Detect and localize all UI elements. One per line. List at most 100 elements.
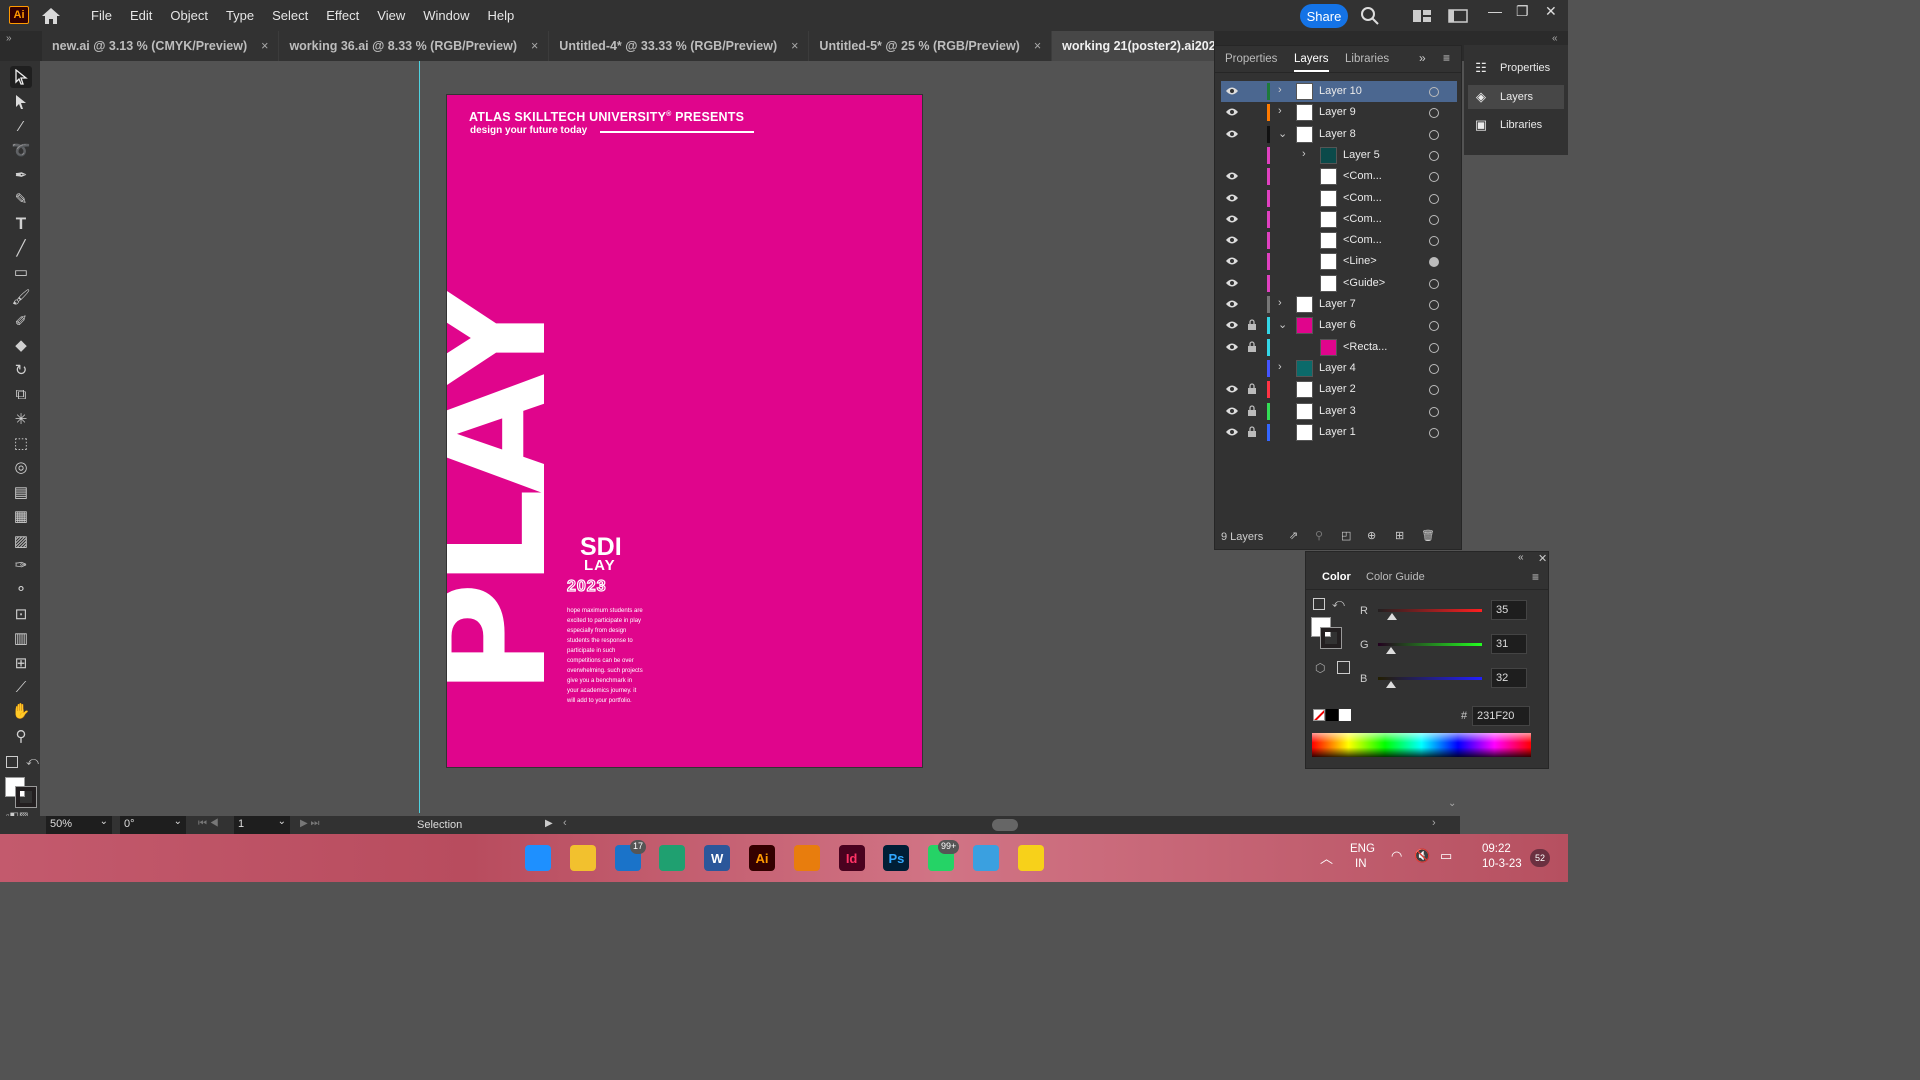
visibility-eye-icon[interactable] bbox=[1225, 384, 1239, 394]
document-tab[interactable]: new.ai @ 3.13 % (CMYK/Preview) × bbox=[42, 31, 280, 61]
layer-target-icon[interactable] bbox=[1429, 363, 1439, 374]
workspace-icon[interactable] bbox=[1448, 7, 1468, 25]
red-slider-thumb[interactable] bbox=[1387, 613, 1398, 620]
visibility-toggle[interactable] bbox=[1225, 150, 1239, 160]
menu-type[interactable]: Type bbox=[217, 8, 263, 23]
slice-tool-icon[interactable]: ⟋ bbox=[10, 676, 32, 698]
layer-name[interactable]: Layer 5 bbox=[1343, 149, 1380, 161]
visibility-eye-icon[interactable] bbox=[1225, 193, 1239, 203]
visibility-eye-icon[interactable] bbox=[1225, 278, 1239, 288]
scroll-right-icon[interactable]: › bbox=[1432, 817, 1436, 829]
none-swatch[interactable] bbox=[1313, 709, 1325, 721]
scroll-down-icon[interactable]: ⌄ bbox=[1448, 798, 1456, 809]
edge-icon[interactable] bbox=[659, 845, 686, 871]
zoom-field[interactable]: 50% ⌄ bbox=[46, 816, 112, 834]
symbol-sprayer-tool-icon[interactable]: ⊡ bbox=[10, 603, 32, 625]
layer-target-icon[interactable] bbox=[1429, 236, 1439, 247]
chevron-down-icon[interactable]: ⌄ bbox=[278, 816, 286, 827]
lock-icon[interactable] bbox=[1247, 340, 1257, 353]
shape-builder-tool-icon[interactable]: ◎ bbox=[10, 456, 32, 478]
default-colors-icon[interactable] bbox=[6, 756, 18, 768]
expand-panels-icon[interactable]: » bbox=[1419, 51, 1426, 65]
stroke-swatch[interactable] bbox=[15, 786, 37, 808]
layer-row[interactable]: <Guide> bbox=[1221, 273, 1457, 294]
layer-name[interactable]: <Com... bbox=[1343, 192, 1382, 204]
collapse-panels-icon[interactable]: « bbox=[1552, 33, 1558, 44]
lock-icon[interactable] bbox=[1247, 319, 1257, 331]
eraser-tool-icon[interactable]: ◆ bbox=[10, 334, 32, 356]
layer-target-icon[interactable] bbox=[1429, 406, 1439, 417]
graph-tool-icon[interactable]: ▥ bbox=[10, 627, 32, 649]
line-tool-icon[interactable]: ╱ bbox=[10, 237, 32, 259]
dock-layers[interactable]: ◈ Layers bbox=[1468, 85, 1564, 109]
minimize-icon[interactable]: — bbox=[1488, 3, 1502, 19]
tab-color-guide[interactable]: Color Guide bbox=[1366, 571, 1425, 583]
panel-menu-icon[interactable]: ≡ bbox=[1443, 51, 1450, 65]
menu-edit[interactable]: Edit bbox=[121, 8, 161, 23]
illustrator-logo[interactable]: Ai bbox=[9, 6, 29, 24]
out-of-gamut-icon[interactable]: ⬡ bbox=[1315, 661, 1325, 675]
hex-value-input[interactable]: 231F20 bbox=[1472, 706, 1530, 726]
color-stroke-swatch[interactable] bbox=[1320, 627, 1342, 649]
rotation-field[interactable]: 0° ⌄ bbox=[120, 816, 186, 834]
layer-target-icon[interactable] bbox=[1429, 129, 1439, 140]
pen-tool-icon[interactable]: ✒ bbox=[10, 164, 32, 186]
first-artboard-icon[interactable]: ⏮ ◀ bbox=[198, 818, 219, 829]
layer-name[interactable]: Layer 7 bbox=[1319, 298, 1356, 310]
illustrator-icon[interactable]: Ai bbox=[749, 845, 775, 871]
artboard-number-field[interactable]: 1 ⌄ bbox=[234, 816, 290, 834]
new-sublayer-icon[interactable]: ⊕ bbox=[1367, 529, 1376, 542]
chevron-right-icon[interactable]: › bbox=[1278, 84, 1292, 98]
document-tab[interactable]: working 36.ai @ 8.33 % (RGB/Preview) × bbox=[279, 31, 550, 61]
document-tab[interactable]: Untitled-4* @ 33.33 % (RGB/Preview) × bbox=[549, 31, 810, 61]
home-icon[interactable] bbox=[40, 6, 62, 26]
layer-name[interactable]: Layer 3 bbox=[1319, 405, 1356, 417]
red-slider[interactable]: R 35 bbox=[1356, 600, 1546, 621]
visibility-eye-icon[interactable] bbox=[1225, 342, 1239, 352]
document-tab[interactable]: working 21(poster2).ai2022.ai* @ 50 % (C… bbox=[1052, 31, 1214, 61]
layer-name[interactable]: Layer 2 bbox=[1319, 383, 1356, 395]
document-tab[interactable]: Untitled-5* @ 25 % (RGB/Preview) × bbox=[809, 31, 1053, 61]
visibility-eye-icon[interactable] bbox=[1225, 256, 1239, 266]
visibility-eye-icon[interactable] bbox=[1225, 214, 1239, 224]
layer-name[interactable]: <Line> bbox=[1343, 255, 1377, 267]
locate-object-icon[interactable]: ⚲ bbox=[1315, 529, 1323, 542]
layer-row[interactable]: › Layer 10 bbox=[1221, 81, 1457, 102]
layer-row[interactable]: › Layer 9 bbox=[1221, 102, 1457, 123]
chevron-down-icon[interactable]: ⌄ bbox=[1278, 318, 1292, 332]
delete-layer-icon[interactable]: 🗑 bbox=[1421, 529, 1435, 542]
visibility-eye-icon[interactable] bbox=[1225, 299, 1239, 309]
layer-row[interactable]: › Layer 5 bbox=[1221, 145, 1457, 166]
tab-close-icon[interactable]: × bbox=[1034, 39, 1041, 53]
free-transform-tool-icon[interactable]: ⬚ bbox=[10, 432, 32, 454]
layer-target-icon[interactable] bbox=[1429, 427, 1439, 438]
clipping-mask-icon[interactable]: ◰ bbox=[1341, 529, 1351, 542]
layer-name[interactable]: <Recta... bbox=[1343, 341, 1387, 353]
layer-row[interactable]: › Layer 7 bbox=[1221, 294, 1457, 315]
red-value-input[interactable]: 35 bbox=[1491, 600, 1527, 620]
language-bottom[interactable]: IN bbox=[1355, 858, 1367, 870]
blue-value-input[interactable]: 32 bbox=[1491, 668, 1527, 688]
artboard[interactable]: ATLAS SKILLTECH UNIVERSITY® PRESENTS des… bbox=[446, 94, 923, 768]
layer-target-icon[interactable] bbox=[1429, 193, 1439, 204]
selection-tool-icon[interactable] bbox=[10, 66, 32, 88]
tab-close-icon[interactable]: × bbox=[791, 39, 798, 53]
layer-target-icon[interactable] bbox=[1429, 385, 1439, 396]
color-spectrum[interactable] bbox=[1312, 733, 1531, 757]
blue-slider[interactable]: B 32 bbox=[1356, 668, 1546, 689]
menu-object[interactable]: Object bbox=[161, 8, 217, 23]
chevron-down-icon[interactable]: ⌄ bbox=[100, 816, 108, 827]
collapse-toolbar-icon[interactable]: » bbox=[6, 33, 12, 44]
swap-colors-icon[interactable]: ⤺ bbox=[26, 754, 39, 769]
layer-target-icon[interactable] bbox=[1429, 87, 1439, 97]
tab-close-icon[interactable]: × bbox=[261, 39, 268, 53]
blender-icon[interactable] bbox=[793, 845, 820, 871]
volume-muted-icon[interactable]: 🔇 bbox=[1414, 848, 1430, 864]
layer-row[interactable]: Layer 3 bbox=[1221, 401, 1457, 422]
tab-properties[interactable]: Properties bbox=[1225, 53, 1277, 65]
layer-row[interactable]: Layer 1 bbox=[1221, 422, 1457, 443]
battery-icon[interactable]: ▭ bbox=[1440, 848, 1452, 864]
menu-window[interactable]: Window bbox=[414, 8, 478, 23]
rotate-tool-icon[interactable]: ↻ bbox=[10, 359, 32, 381]
layer-target-icon[interactable] bbox=[1429, 108, 1439, 119]
